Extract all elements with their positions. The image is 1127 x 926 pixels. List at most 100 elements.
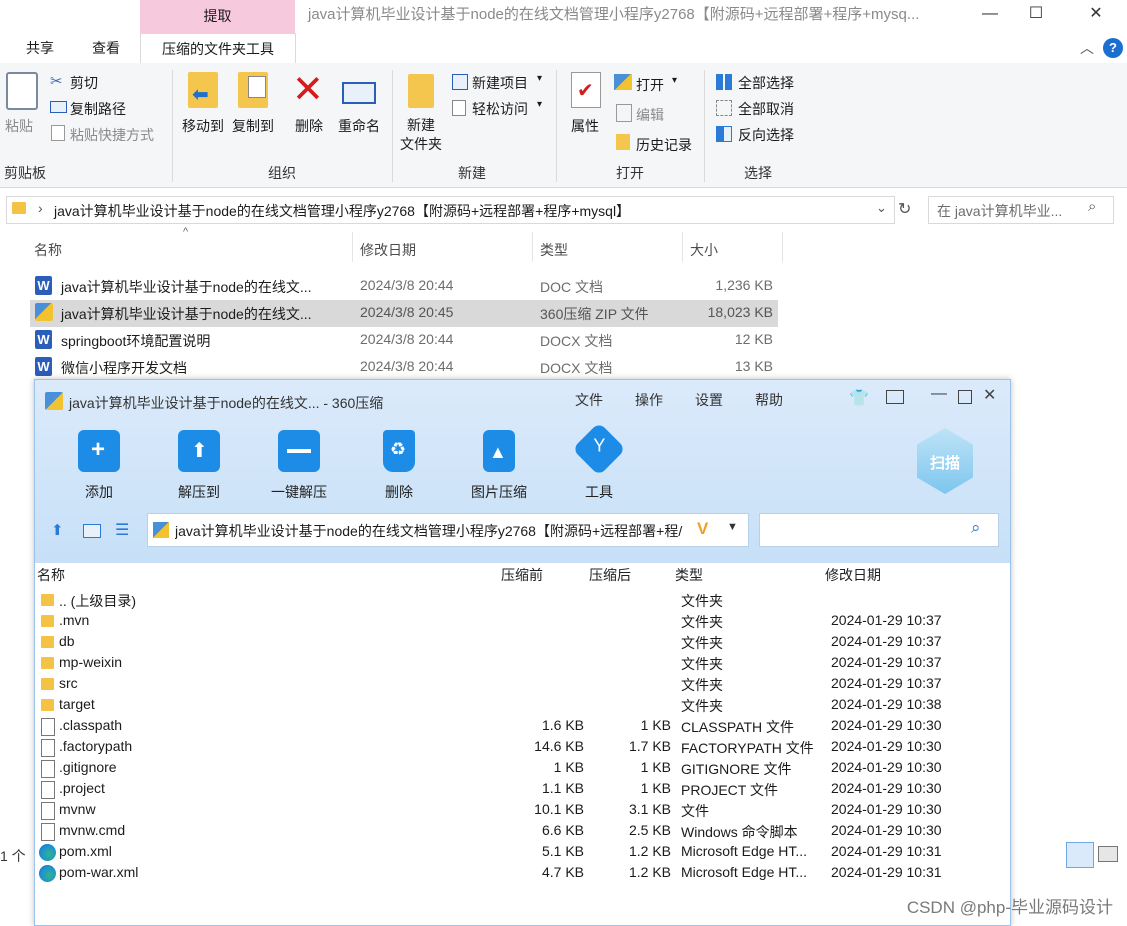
move-to-button[interactable]: 移动到 — [176, 116, 230, 136]
large-icons-view-icon[interactable] — [1098, 846, 1118, 862]
collapse-ribbon-icon[interactable]: ︿ — [1080, 38, 1094, 58]
feedback-icon[interactable] — [886, 390, 904, 404]
column-divider[interactable] — [532, 232, 533, 262]
zip-row[interactable]: .gitignore 1 KB 1 KB GITIGNORE 文件 2024-01-29… — [35, 758, 1010, 779]
delete-button[interactable]: 删除 — [290, 116, 328, 136]
zip-column-date[interactable]: 修改日期 — [825, 565, 881, 585]
zip-row[interactable]: .classpath 1.6 KB 1 KB CLASSPATH 文件 2024-01-… — [35, 716, 1010, 737]
menu-operation[interactable]: 操作 — [635, 390, 663, 410]
skin-icon[interactable]: 👕 — [849, 388, 869, 408]
column-divider[interactable] — [682, 232, 683, 262]
zip-row[interactable]: .project 1.1 KB 1 KB PROJECT 文件 2024-01-29 1… — [35, 779, 1010, 800]
open-button[interactable]: 打开 — [636, 75, 664, 95]
edit-button[interactable]: 编辑 — [636, 105, 664, 125]
zip-row[interactable]: .. (上级目录) 文件夹 — [35, 590, 1010, 611]
tools-button[interactable]: Y 工具 — [559, 422, 639, 502]
zip-cell-date: 2024-01-29 10:37 — [831, 612, 942, 628]
column-divider[interactable] — [352, 232, 353, 262]
context-tab-extract[interactable]: 提取 — [140, 0, 295, 33]
zip-path[interactable]: java计算机毕业设计基于node的在线文档管理小程序y2768【附源码+远程部… — [175, 521, 695, 541]
easy-access-icon — [452, 100, 466, 116]
zip-cell-before: 4.7 KB — [541, 864, 584, 880]
maximize-button[interactable] — [958, 390, 972, 404]
zip-delete-button[interactable]: ♻ 删除 — [359, 430, 439, 502]
easy-access-button[interactable]: 轻松访问 — [472, 99, 528, 119]
tab-compressed-folder-tools[interactable]: 压缩的文件夹工具 — [140, 33, 296, 65]
zip-column-type[interactable]: 类型 — [675, 565, 703, 585]
address-path[interactable]: java计算机毕业设计基于node的在线文档管理小程序y2768【附源码+远程部… — [54, 201, 630, 221]
new-item-button[interactable]: 新建项目 — [472, 73, 528, 93]
move-to-icon: ⬅ — [188, 72, 218, 108]
zip-row[interactable]: src 文件夹 2024-01-29 10:37 — [35, 674, 1010, 695]
copy-path-button[interactable]: 复制路径 — [70, 99, 126, 119]
list-view-icon[interactable]: ☰ — [115, 520, 129, 540]
search-icon[interactable]: ⌕ — [1088, 198, 1096, 215]
minimize-button[interactable]: — — [967, 0, 1013, 30]
column-date[interactable]: 修改日期 — [360, 240, 416, 260]
history-button[interactable]: 历史记录 — [636, 135, 692, 155]
column-size[interactable]: 大小 — [690, 240, 718, 260]
chevron-right-icon[interactable]: › — [38, 200, 43, 216]
refresh-icon[interactable]: ↻ — [898, 199, 911, 219]
zip-column-before[interactable]: 压缩前 — [501, 565, 543, 585]
file-row[interactable]: W java计算机毕业设计基于node的在线文... 2024/3/8 20:4… — [30, 273, 778, 300]
one-click-extract-button[interactable]: 一键解压 — [259, 430, 339, 502]
tab-share[interactable]: 共享 — [14, 33, 66, 63]
zip-row[interactable]: pom.xml 5.1 KB 1.2 KB Microsoft Edge HT... 2… — [35, 842, 1010, 863]
zip-search-input[interactable] — [759, 513, 999, 547]
zip-row[interactable]: mvnw 10.1 KB 3.1 KB 文件 2024-01-29 10:30 — [35, 800, 1010, 821]
file-date: 2024/3/8 20:44 — [360, 331, 454, 347]
zip-row[interactable]: db 文件夹 2024-01-29 10:37 — [35, 632, 1010, 653]
up-arrow-icon[interactable]: ⬆ — [51, 521, 64, 539]
column-name[interactable]: 名称 — [34, 240, 62, 260]
menu-help[interactable]: 帮助 — [755, 390, 783, 410]
column-divider[interactable] — [782, 232, 783, 262]
rename-button[interactable]: 重命名 — [334, 116, 384, 136]
close-button[interactable]: ✕ — [1073, 0, 1119, 30]
zip-column-name[interactable]: 名称 — [37, 565, 65, 585]
zip-cell-name: .mvn — [59, 612, 90, 628]
invert-selection-button[interactable]: 反向选择 — [738, 125, 794, 145]
menu-file[interactable]: 文件 — [575, 390, 603, 410]
address-dropdown-icon[interactable]: ⌄ — [876, 200, 887, 216]
zip-row[interactable]: mvnw.cmd 6.6 KB 2.5 KB Windows 命令脚本 2024-01-… — [35, 821, 1010, 842]
copy-to-button[interactable]: 复制到 — [226, 116, 280, 136]
add-button[interactable]: + 添加 — [59, 430, 139, 502]
add-label: 添加 — [85, 484, 113, 500]
tab-view[interactable]: 查看 — [80, 33, 132, 63]
zip-row[interactable]: target 文件夹 2024-01-29 10:38 — [35, 695, 1010, 716]
column-type[interactable]: 类型 — [540, 240, 568, 260]
zip-row[interactable]: pom-war.xml 4.7 KB 1.2 KB Microsoft Edge HT… — [35, 863, 1010, 884]
ribbon-separator — [556, 70, 557, 182]
zip-column-after[interactable]: 压缩后 — [589, 565, 631, 585]
paste-shortcut-button[interactable]: 粘贴快捷方式 — [70, 125, 154, 145]
image-compress-button[interactable]: ▲ 图片压缩 — [459, 430, 539, 502]
paste-button[interactable]: 粘贴 — [0, 116, 38, 136]
select-all-button[interactable]: 全部选择 — [738, 73, 794, 93]
help-icon[interactable]: ? — [1103, 38, 1123, 58]
word-icon: W — [35, 330, 52, 349]
file-row[interactable]: W springboot环境配置说明 2024/3/8 20:44 DOCX 文… — [30, 327, 778, 354]
zip-row[interactable]: mp-weixin 文件夹 2024-01-29 10:37 — [35, 653, 1010, 674]
zip-row[interactable]: .mvn 文件夹 2024-01-29 10:37 — [35, 611, 1010, 632]
file-row[interactable]: W 微信小程序开发文档 2024/3/8 20:44 DOCX 文档 13 KB — [30, 354, 778, 381]
thumbnail-view-icon[interactable] — [83, 524, 101, 538]
extract-to-button[interactable]: ⬆ 解压到 — [159, 430, 239, 502]
file-row-selected[interactable]: java计算机毕业设计基于node的在线文... 2024/3/8 20:45 … — [30, 300, 778, 327]
zip-row[interactable]: .factorypath 14.6 KB 1.7 KB FACTORYPATH 文件 2… — [35, 737, 1010, 758]
select-none-button[interactable]: 全部取消 — [738, 99, 794, 119]
properties-button[interactable]: 属性 — [566, 116, 604, 136]
cut-button[interactable]: 剪切 — [70, 73, 98, 93]
details-view-icon[interactable] — [1066, 842, 1094, 868]
close-button[interactable]: ✕ — [983, 385, 996, 405]
new-item-icon — [452, 74, 468, 90]
minimize-button[interactable]: — — [931, 385, 947, 403]
folder-icon — [41, 636, 54, 648]
search-icon[interactable]: ⌕ — [971, 518, 981, 538]
maximize-button[interactable]: ☐ — [1013, 0, 1059, 30]
select-group-label: 选择 — [744, 165, 772, 181]
new-folder-button[interactable]: 新建 文件夹 — [396, 116, 446, 154]
zip-cell-before: 5.1 KB — [541, 843, 584, 859]
path-dropdown-icon[interactable]: ▼ — [727, 521, 738, 533]
menu-settings[interactable]: 设置 — [695, 390, 723, 410]
